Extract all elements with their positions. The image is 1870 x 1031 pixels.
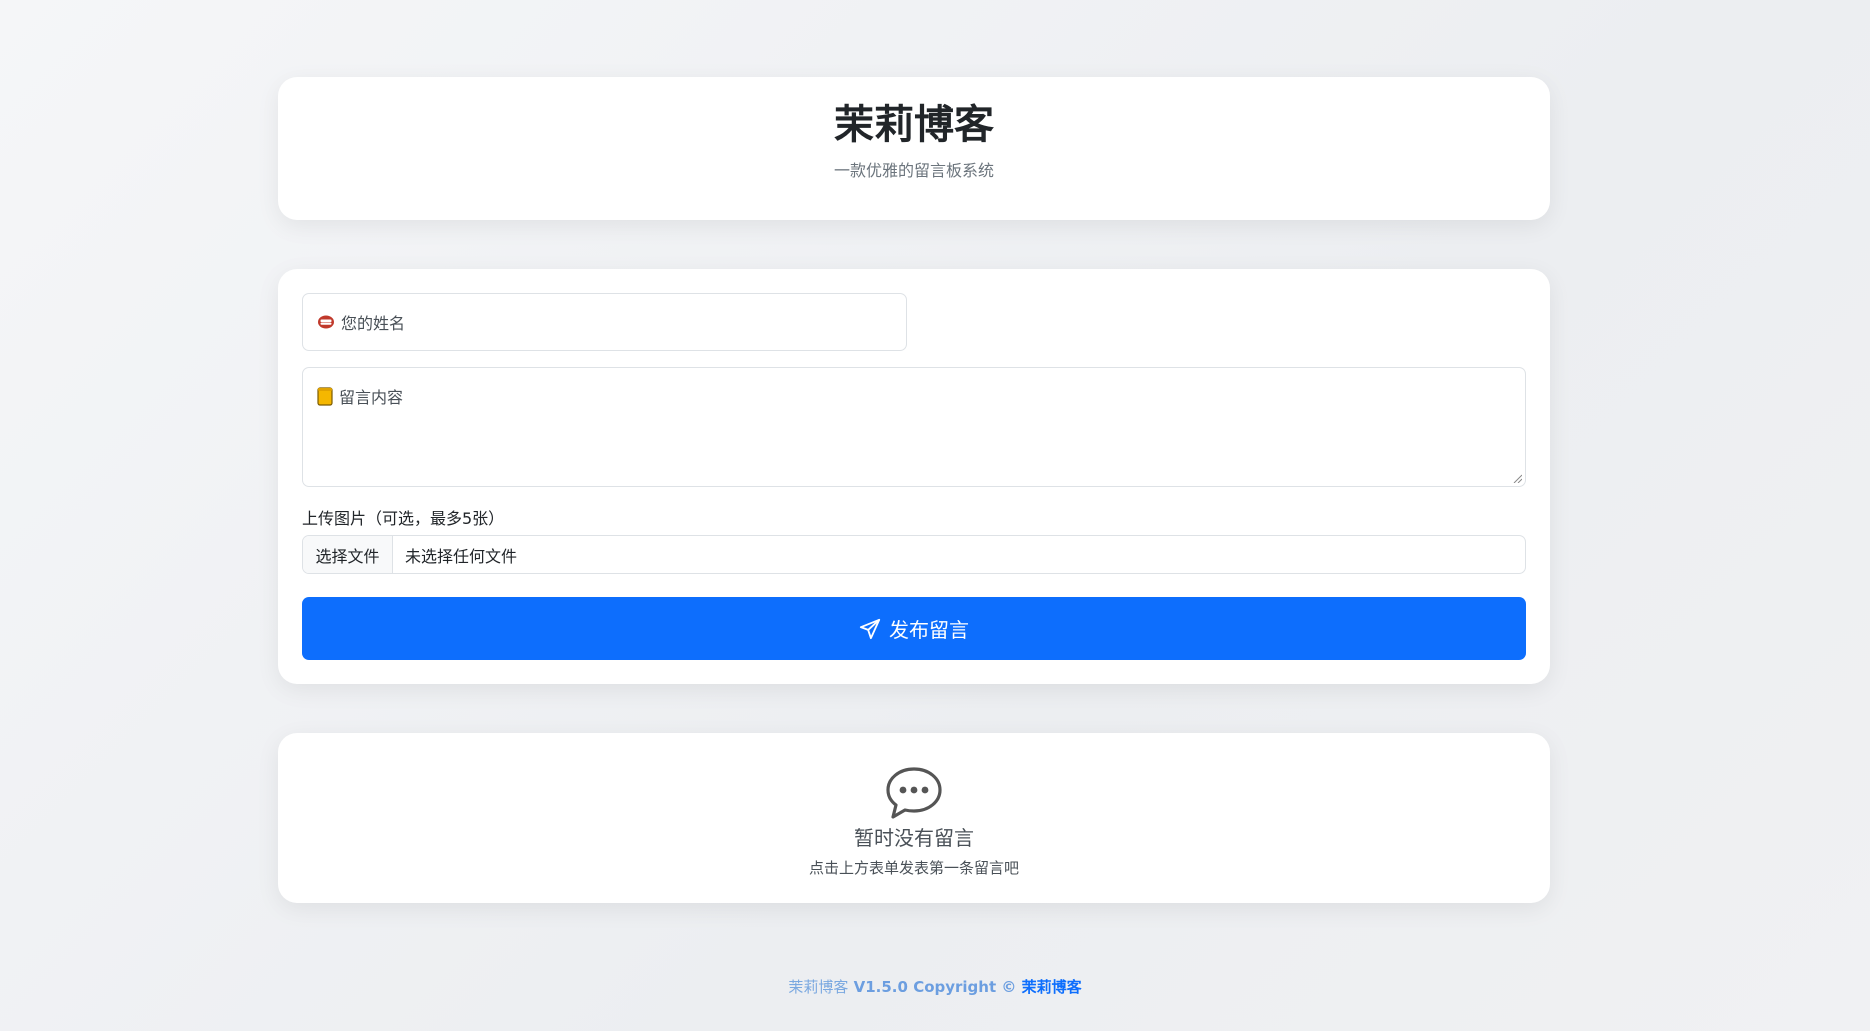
send-icon (859, 618, 881, 639)
footer-version: V1.5.0 (853, 978, 908, 996)
empty-title: 暂时没有留言 (854, 826, 974, 850)
file-input[interactable]: 选择文件 未选择任何文件 (302, 535, 1526, 574)
chat-bubble-icon (886, 767, 942, 819)
site-title: 茉莉博客 (834, 102, 994, 148)
footer-copyright: Copyright © (913, 978, 1017, 996)
content-placeholder: 留言内容 (339, 388, 404, 407)
header-card: 茉莉博客 一款优雅的留言板系统 (278, 77, 1550, 220)
resize-handle-icon[interactable] (1512, 473, 1522, 483)
notepad-emoji-icon (317, 386, 333, 406)
upload-label: 上传图片（可选，最多5张） (302, 509, 505, 528)
footer-name: 茉莉博客 (788, 978, 849, 996)
submit-label: 发布留言 (889, 618, 969, 642)
site-subtitle: 一款优雅的留言板系统 (833, 161, 994, 180)
file-status: 未选择任何文件 (405, 546, 518, 566)
name-input[interactable]: 您的姓名 (302, 293, 907, 351)
lips-emoji-icon (318, 315, 334, 329)
message-form: 您的姓名 留言内容 上传图片（可选，最多5张） 选择文件 未选择任何文件 发布留… (278, 269, 1550, 684)
choose-file-button[interactable]: 选择文件 (303, 536, 393, 573)
footer-link[interactable]: 茉莉博客 (1022, 978, 1082, 996)
empty-subtitle: 点击上方表单发表第一条留言吧 (808, 859, 1019, 877)
footer: 茉莉博客 V1.5.0 Copyright © 茉莉博客 (0, 976, 1870, 997)
name-placeholder: 您的姓名 (341, 314, 406, 333)
messages-card: 暂时没有留言 点击上方表单发表第一条留言吧 (278, 733, 1550, 903)
content-textarea[interactable]: 留言内容 (302, 367, 1526, 487)
submit-button[interactable]: 发布留言 (302, 597, 1526, 660)
